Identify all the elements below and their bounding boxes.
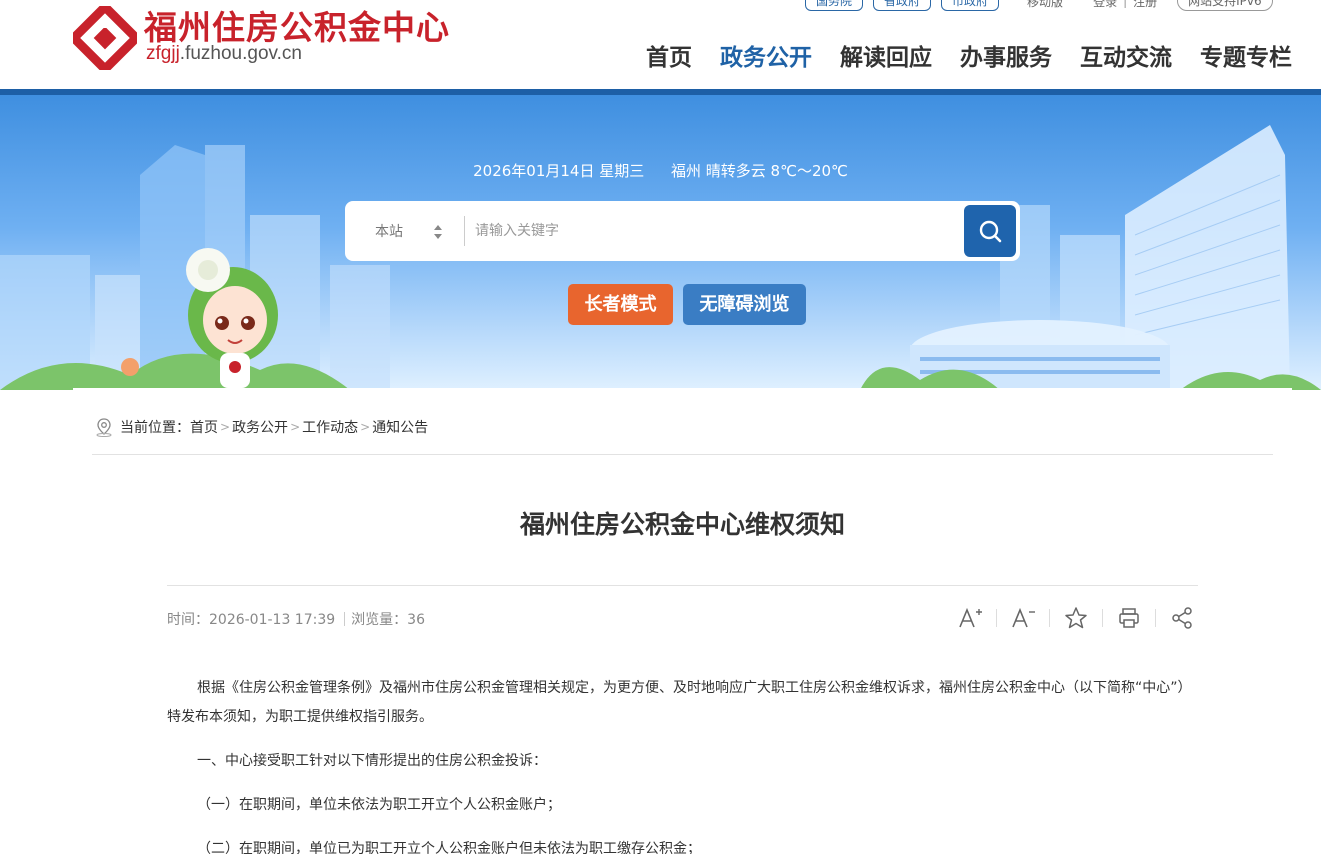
site-header: 福州住房公积金中心 zfgjj.fuzhou.gov.cn 国务院 省政府 市政… [0,0,1321,89]
printer-icon [1119,608,1139,628]
article-meta: 时间：2026-01-13 17:39 浏览量：36 [167,609,425,629]
sort-arrows-icon[interactable] [433,224,443,240]
domain-highlight: zfgjj [146,43,180,64]
paragraph: 根据《住房公积金管理条例》及福州市住房公积金管理相关规定，为更方便、及时地响应广… [167,680,1192,725]
time-label: 时间： [167,612,209,628]
star-icon [1065,607,1087,629]
breadcrumb-divider [92,454,1273,455]
font-increase-icon [959,607,982,628]
view-count: 36 [407,612,425,628]
link-mobile[interactable]: 移动版 [1027,0,1063,10]
login-separator: | [1123,0,1128,8]
site-domain: zfgjj.fuzhou.gov.cn [146,43,302,65]
font-increase-button[interactable] [953,604,987,632]
publish-time: 2026-01-13 17:39 [209,612,336,628]
location-pin-icon [96,418,112,437]
breadcrumb-separator: > [290,420,301,434]
title-divider [167,585,1198,586]
banner: 2026年01月14日 星期三 福州 晴转多云 8℃～20℃ 本站 长者模式 无… [0,95,1321,390]
breadcrumb-separator: > [220,420,231,434]
date-weather: 2026年01月14日 星期三 福州 晴转多云 8℃～20℃ [0,160,1321,181]
weather-info: 福州 晴转多云 8℃～20℃ [671,162,848,180]
share-button[interactable] [1165,604,1199,632]
paragraph: 一、中心接受职工针对以下情形提出的住房公积金投诉： [197,753,547,769]
meta-separator [344,612,346,626]
search-bar: 本站 [345,201,1020,261]
ipv6-badge: 网站支持IPv6 [1177,0,1273,11]
search-input[interactable] [475,216,955,246]
link-province-gov[interactable]: 省政府 [873,0,932,11]
search-divider [464,216,465,246]
logo-icon[interactable] [73,6,137,70]
breadcrumb-home[interactable]: 首页 [190,417,218,437]
current-date: 2026年01月14日 星期三 [473,162,645,180]
tool-separator [1155,609,1156,627]
print-button[interactable] [1112,604,1146,632]
domain-rest: .fuzhou.gov.cn [179,43,302,64]
search-button[interactable] [964,205,1016,257]
link-city-gov[interactable]: 市政府 [941,0,1000,11]
nav-interpretation[interactable]: 解读回应 [840,38,932,72]
font-decrease-button[interactable] [1006,604,1040,632]
article-container: 当前位置： 首页 > 政务公开 > 工作动态 > 通知公告 福州住房公积金中心维… [73,388,1292,854]
search-icon [979,220,1002,243]
breadcrumb: 当前位置： 首页 > 政务公开 > 工作动态 > 通知公告 [95,417,428,437]
font-decrease-icon [1012,607,1035,628]
nav-services[interactable]: 办事服务 [960,38,1052,72]
main-nav: 首页 政务公开 解读回应 办事服务 互动交流 专题专栏 [618,38,1292,72]
article-tools [953,604,1199,632]
top-links: 国务院 省政府 市政府 移动版 登录 | 注册 网站支持IPv6 [805,0,1273,12]
views-label: 浏览量： [351,612,408,628]
breadcrumb-work-news[interactable]: 工作动态 [302,417,358,437]
article-title: 福州住房公积金中心维权须知 [519,510,845,539]
favorite-button[interactable] [1059,604,1093,632]
paragraph: （二）在职期间，单位已为职工开立个人公积金账户但未依法为职工缴存公积金； [197,841,701,854]
breadcrumb-notices[interactable]: 通知公告 [372,417,428,437]
link-login[interactable]: 登录 [1093,0,1117,10]
paragraph: （一）在职期间，单位未依法为职工开立个人公积金账户； [197,797,561,813]
link-register[interactable]: 注册 [1133,0,1157,10]
tool-separator [996,609,997,627]
accessible-mode-button[interactable]: 无障碍浏览 [683,284,806,325]
site-name[interactable]: 福州住房公积金中心 [144,1,450,49]
nav-home[interactable]: 首页 [646,38,692,72]
breadcrumb-gov-affairs[interactable]: 政务公开 [232,417,288,437]
breadcrumb-separator: > [360,420,371,434]
nav-topics[interactable]: 专题专栏 [1200,38,1292,72]
nav-gov-affairs[interactable]: 政务公开 [720,38,812,72]
elder-mode-button[interactable]: 长者模式 [568,284,673,325]
search-scope-select[interactable]: 本站 [375,221,465,241]
breadcrumb-prefix: 当前位置： [120,420,190,436]
link-state-council[interactable]: 国务院 [805,0,864,11]
tool-separator [1102,609,1103,627]
nav-interaction[interactable]: 互动交流 [1080,38,1172,72]
share-icon [1172,607,1192,629]
tool-separator [1049,609,1050,627]
article-body: 根据《住房公积金管理条例》及福州市住房公积金管理相关规定，为更方便、及时地响应广… [167,674,1198,854]
